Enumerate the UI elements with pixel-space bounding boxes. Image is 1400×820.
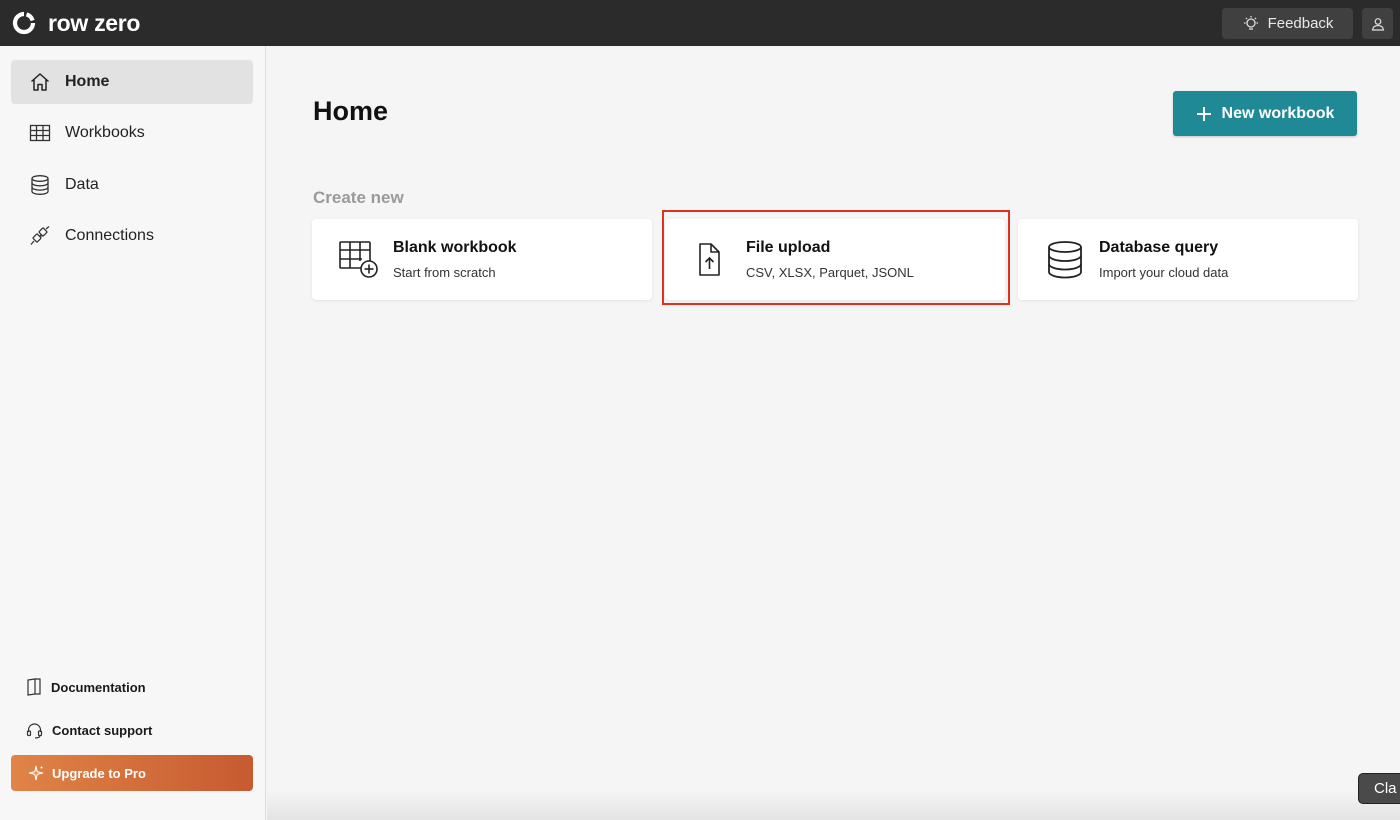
new-workbook-label: New workbook (1221, 104, 1335, 122)
database-icon (1048, 241, 1082, 279)
top-bar: row zero Feedback (0, 0, 1400, 46)
card-subtitle: Import your cloud data (1099, 265, 1229, 280)
feedback-button[interactable]: Feedback (1222, 8, 1353, 39)
user-icon (1371, 17, 1384, 31)
row-zero-logo-icon (12, 11, 36, 35)
app-name: row zero (48, 9, 141, 36)
sparkle-icon (28, 765, 44, 781)
home-icon (29, 71, 51, 93)
database-icon (29, 174, 51, 196)
page-title: Home (313, 96, 389, 126)
card-title: Database query (1099, 239, 1219, 256)
bottom-fade (267, 790, 1400, 820)
sidebar-item-label: Workbooks (65, 124, 145, 141)
sidebar-item-connections[interactable]: Connections (11, 214, 253, 258)
sidebar-item-label: Connections (65, 227, 154, 244)
tooltip: Cla (1358, 773, 1400, 804)
new-workbook-button[interactable]: New workbook (1173, 91, 1357, 136)
database-query-card[interactable]: Database query Import your cloud data (1018, 219, 1358, 300)
book-icon (27, 678, 41, 696)
plus-icon (1196, 106, 1211, 121)
user-menu-button[interactable] (1362, 8, 1393, 39)
sidebar-item-home[interactable]: Home (11, 60, 253, 104)
card-title: Blank workbook (393, 239, 517, 256)
documentation-link[interactable]: Documentation (26, 675, 146, 699)
sidebar-item-data[interactable]: Data (11, 163, 253, 207)
file-upload-icon (699, 243, 720, 276)
sidebar-item-workbooks[interactable]: Workbooks (11, 111, 253, 155)
card-subtitle: CSV, XLSX, Parquet, JSONL (746, 265, 914, 280)
create-new-heading: Create new (313, 188, 404, 207)
feedback-label: Feedback (1267, 15, 1334, 32)
lightbulb-icon (1243, 15, 1258, 30)
app-logo[interactable]: row zero (12, 9, 140, 37)
upgrade-label: Upgrade to Pro (52, 765, 146, 781)
table-plus-icon (339, 241, 378, 278)
card-subtitle: Start from scratch (393, 265, 496, 280)
plug-icon (29, 225, 51, 247)
file-upload-card[interactable]: File upload CSV, XLSX, Parquet, JSONL (665, 219, 1005, 300)
contact-support-link[interactable]: Contact support (26, 718, 152, 742)
documentation-label: Documentation (51, 679, 146, 695)
sidebar-item-label: Home (65, 73, 110, 90)
contact-support-label: Contact support (52, 722, 153, 738)
headset-icon (26, 722, 43, 739)
sidebar: Home Workbooks Data Connections Document… (0, 46, 266, 820)
upgrade-button[interactable]: Upgrade to Pro (11, 755, 253, 791)
table-icon (29, 122, 51, 144)
card-title: File upload (746, 239, 831, 256)
blank-workbook-card[interactable]: Blank workbook Start from scratch (312, 219, 652, 300)
sidebar-item-label: Data (65, 176, 99, 193)
